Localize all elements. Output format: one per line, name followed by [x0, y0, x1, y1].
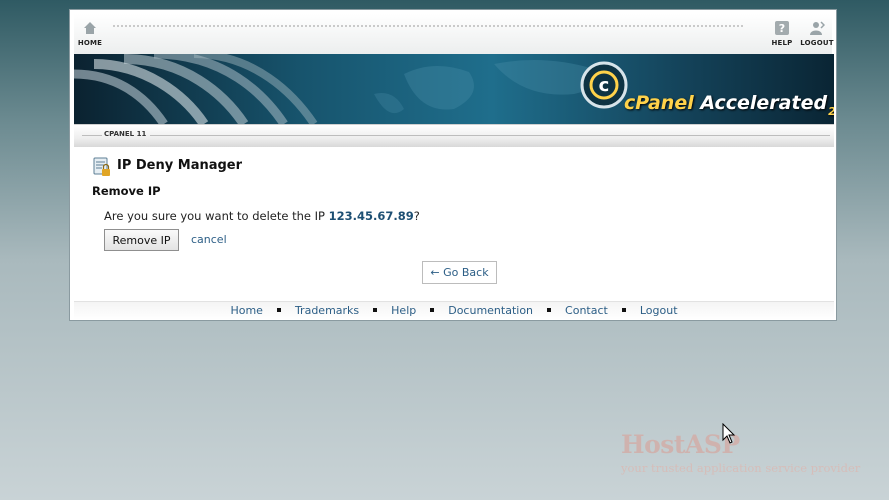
footer-link-documentation[interactable]: Documentation [448, 304, 533, 317]
cpanel-banner: c cPanel Accelerated2 [74, 54, 834, 124]
help-icon: ? [775, 21, 789, 35]
logout-label: LOGOUT [800, 39, 834, 47]
breadcrumb-bar: CPANEL 11 [74, 124, 834, 147]
breadcrumb[interactable]: CPANEL 11 [104, 130, 146, 138]
footer-separator [373, 307, 378, 312]
toolbar-dots [112, 24, 744, 28]
svg-text:c: c [599, 75, 610, 96]
footer-link-logout[interactable]: Logout [640, 304, 678, 317]
home-nav[interactable]: HOME [70, 20, 110, 47]
brand-cpanel: cPanel [624, 92, 694, 114]
footer-separator [621, 307, 626, 312]
cpanel-accelerated-brand: cPanel Accelerated2 [624, 92, 834, 118]
logout-icon [810, 21, 825, 35]
footer-separator [430, 307, 435, 312]
help-label: HELP [771, 39, 793, 47]
watermark-brand: HostASP [621, 430, 740, 459]
footer-link-help[interactable]: Help [391, 304, 416, 317]
page-title: IP Deny Manager [117, 158, 243, 173]
ip-address: 123.45.67.89 [328, 209, 414, 223]
brand-version: 2 [828, 105, 834, 118]
home-icon [84, 22, 96, 34]
footer-nav: Home Trademarks Help Documentation Contact Lo… [74, 301, 834, 320]
footer-link-home[interactable]: Home [230, 304, 262, 317]
ip-deny-manager-icon [93, 157, 110, 176]
section-title: Remove IP [92, 184, 161, 198]
confirm-text: Are you sure you want to delete the IP [104, 209, 329, 223]
watermark-tagline: your trusted application service provide… [621, 461, 861, 475]
cpanel-logo: c [580, 61, 628, 109]
hostasp-watermark: HostASP your trusted application service… [621, 430, 861, 476]
home-label: HOME [77, 39, 103, 47]
footer-separator [547, 307, 552, 312]
cancel-link[interactable]: cancel [191, 233, 227, 246]
confirm-suffix: ? [413, 209, 420, 223]
help-nav[interactable]: ? HELP [762, 20, 802, 47]
brand-accelerated: Accelerated [700, 92, 828, 114]
footer-separator [276, 307, 281, 312]
go-back-button[interactable]: ← Go Back [422, 261, 497, 284]
svg-text:?: ? [779, 22, 786, 35]
confirm-message: Are you sure you want to delete the IP 1… [104, 209, 420, 223]
logout-nav[interactable]: LOGOUT [797, 20, 837, 47]
cpanel-window: HOME ? HELP LOGOUT c cPanel Accelerated … [69, 9, 837, 321]
footer-link-trademarks[interactable]: Trademarks [295, 304, 359, 317]
top-toolbar: HOME ? HELP LOGOUT [74, 14, 834, 54]
remove-ip-button[interactable]: Remove IP [104, 229, 179, 251]
footer-link-contact[interactable]: Contact [565, 304, 608, 317]
mouse-cursor-icon [722, 423, 736, 444]
